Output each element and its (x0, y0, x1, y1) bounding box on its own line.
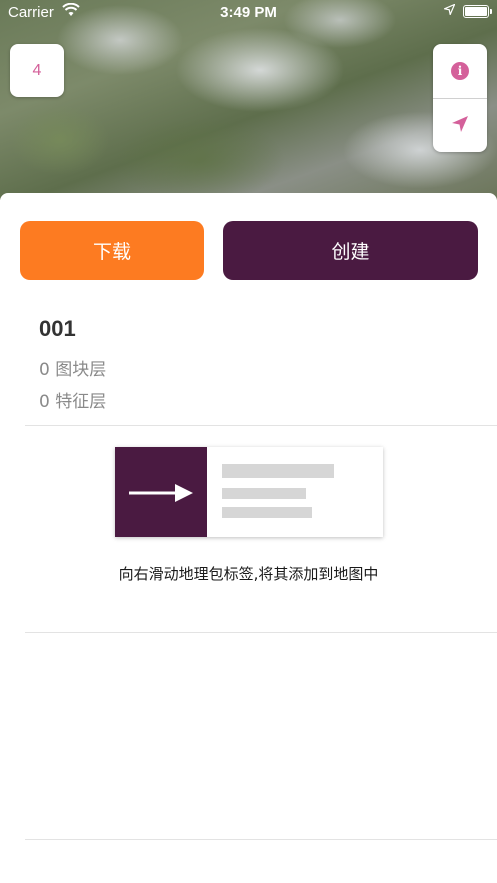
satellite-map[interactable] (0, 0, 497, 200)
geopackage-drawer: 下载 创建 001 0 图块层 0 特征层 向右滑动地理包标签,将其添加到地图中 (0, 193, 497, 883)
geopackage-count-button[interactable]: 4 (10, 44, 64, 97)
list-divider (25, 839, 497, 840)
list-divider (25, 632, 497, 633)
placeholder-line (222, 488, 306, 499)
location-services-icon (442, 3, 456, 18)
list-divider (25, 425, 497, 426)
download-button[interactable]: 下载 (20, 221, 204, 280)
geopackage-count: 4 (32, 61, 42, 79)
locate-button[interactable] (433, 99, 487, 152)
info-icon: i (451, 62, 469, 80)
placeholder-line (222, 507, 312, 518)
feature-layer-count: 0 特征层 (39, 392, 107, 412)
status-bar: Carrier 3:49 PM (0, 0, 497, 26)
swipe-illustration (115, 447, 383, 537)
battery-icon (463, 4, 492, 18)
create-button[interactable]: 创建 (223, 221, 478, 280)
arrow-right-icon (129, 483, 195, 507)
info-button[interactable]: i (433, 44, 487, 98)
placeholder-line (222, 464, 334, 478)
navigation-arrow-icon (450, 114, 470, 138)
tile-layer-count: 0 图块层 (39, 360, 107, 380)
geopackage-name[interactable]: 001 (39, 316, 76, 342)
map-controls: i (433, 44, 487, 152)
clock: 3:49 PM (220, 4, 277, 21)
swipe-hint-text: 向右滑动地理包标签,将其添加到地图中 (118, 565, 379, 583)
